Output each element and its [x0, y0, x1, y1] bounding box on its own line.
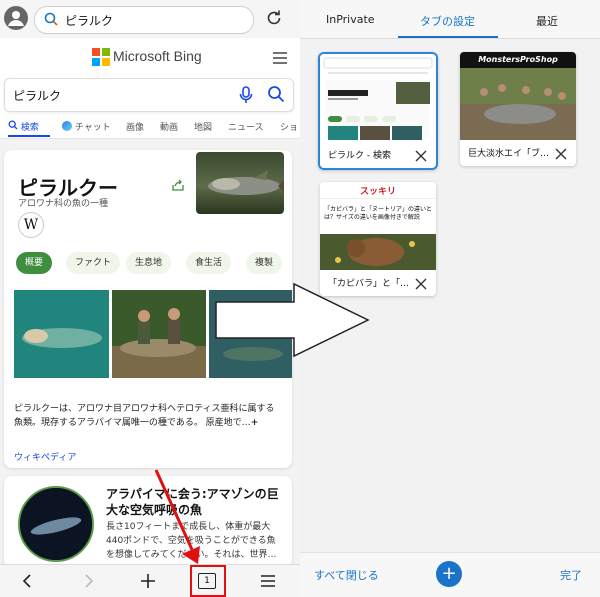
new-tab-icon[interactable]: [138, 571, 158, 591]
bottom-toolbar: 1: [0, 564, 300, 597]
tab-tab-settings[interactable]: タブの設定: [420, 13, 475, 29]
transition-arrow: [215, 282, 370, 358]
entity-image[interactable]: [196, 152, 284, 214]
search-icon: [8, 120, 18, 130]
switcher-bottom-bar: すべて閉じる + 完了: [300, 552, 600, 597]
address-text: ピラルク: [65, 14, 114, 28]
result-thumbnail: [18, 486, 94, 562]
microphone-icon[interactable]: [237, 85, 255, 109]
tab-videos[interactable]: 動画: [160, 120, 178, 133]
chip-overview[interactable]: 概要: [16, 252, 53, 274]
entity-description: ピラルクーは、アロワナ目アロワナ科ヘテロティス亜科に属する魚類。現存するアラパイ…: [14, 404, 275, 428]
close-all-button[interactable]: すべて閉じる: [314, 567, 379, 583]
fish-image: [208, 170, 284, 195]
wikipedia-link[interactable]: ウィキペディア: [14, 450, 76, 463]
tab-title: 巨大淡水エイ「ブ…: [468, 149, 550, 159]
expand-more-button[interactable]: +: [251, 418, 259, 428]
tab-maps[interactable]: 地図: [194, 120, 212, 133]
tab-card-bing[interactable]: ピラルク - 検索: [318, 52, 438, 170]
tab-chat[interactable]: チャット: [62, 120, 111, 133]
bing-header: Microsoft Bing: [0, 38, 300, 76]
entity-subtitle: アロワナ科の魚の一種: [18, 199, 109, 209]
article-headline: 「カピバラ」と「ヌートリア」の違いとは？サイズの違いを画像付きで解説: [324, 206, 433, 221]
chip-habitat[interactable]: 生息地: [126, 252, 172, 274]
tab-recent[interactable]: 最近: [536, 13, 558, 29]
wikipedia-icon[interactable]: W: [18, 212, 44, 238]
tab-images[interactable]: 画像: [126, 120, 144, 133]
menu-icon[interactable]: [258, 571, 278, 591]
tab-preview: MonstersProShop: [460, 52, 576, 140]
active-tab-indicator: [8, 135, 50, 137]
close-tab-icon[interactable]: [414, 276, 428, 295]
forward-icon[interactable]: [78, 571, 98, 591]
tab-card-capybara[interactable]: スッキリ 「カピバラ」と「ヌートリア」の違いとは？サイズの違いを画像付きで解説 …: [320, 182, 436, 296]
search-row: ピラルク: [0, 76, 300, 116]
search-query: ピラルク: [13, 89, 62, 103]
address-bar-row: ピラルク: [0, 0, 300, 39]
user-icon: [8, 11, 24, 26]
close-tab-icon[interactable]: [554, 146, 568, 165]
tab-title: ピラルク - 検索: [328, 151, 391, 161]
highlight-box: [190, 565, 226, 597]
microsoft-logo-icon: [92, 48, 110, 70]
share-icon[interactable]: [172, 176, 184, 195]
search-submit-icon[interactable]: [267, 85, 285, 107]
add-tab-button[interactable]: +: [436, 561, 462, 587]
chip-facts[interactable]: ファクト: [66, 252, 121, 274]
menu-icon[interactable]: [272, 50, 288, 69]
site-banner: MonstersProShop: [460, 52, 576, 68]
chip-reproduction[interactable]: 複製: [246, 252, 283, 274]
result-card[interactable]: アラパイマに会う:アマゾンの巨大な空気呼吸の魚 長さ10フィートまで成長し、体重…: [4, 476, 292, 568]
tab-news[interactable]: ニュース: [228, 120, 264, 133]
address-field[interactable]: ピラルク: [34, 6, 254, 34]
tab-inprivate[interactable]: InPrivate: [326, 13, 375, 26]
search-icon: [43, 11, 59, 31]
close-tab-icon[interactable]: [414, 148, 428, 167]
pointer-arrow: [154, 469, 200, 564]
copilot-icon: [62, 121, 72, 131]
reload-icon[interactable]: [264, 8, 284, 32]
back-icon[interactable]: [18, 571, 38, 591]
chip-diet[interactable]: 食生活: [186, 252, 232, 274]
tab-preview: [320, 54, 436, 142]
site-logo: スッキリ: [360, 187, 397, 197]
search-input[interactable]: ピラルク: [4, 78, 294, 112]
photo-1[interactable]: [14, 290, 109, 378]
tab-shopping[interactable]: ショ: [280, 120, 298, 133]
search-tabs: 検索 チャット 画像 動画 地図 ニュース ショ: [0, 116, 300, 139]
tab-card-monsters[interactable]: MonstersProShop 巨大淡水エイ「ブ…: [460, 52, 576, 166]
active-tab-indicator: [398, 36, 498, 38]
tab-search[interactable]: 検索: [8, 120, 39, 133]
tab-preview: スッキリ 「カピバラ」と「ヌートリア」の違いとは？サイズの違いを画像付きで解説: [320, 182, 436, 270]
photo-2[interactable]: [112, 290, 206, 378]
profile-avatar[interactable]: [4, 6, 28, 30]
switcher-tabs: InPrivate タブの設定 最近: [300, 0, 600, 39]
done-button[interactable]: 完了: [560, 567, 582, 583]
bing-brand[interactable]: Microsoft Bing: [113, 48, 202, 64]
